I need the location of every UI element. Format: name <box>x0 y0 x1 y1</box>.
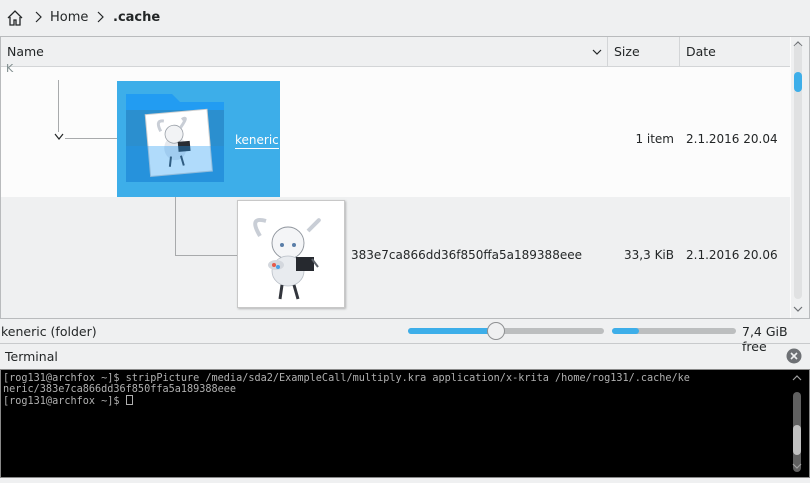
zoom-slider-handle[interactable] <box>487 322 505 340</box>
terminal-prompt-line: [rog131@archfox ~]$ <box>3 395 133 407</box>
terminal-line: [rog131@archfox ~]$ stripPicture /media/… <box>3 373 690 384</box>
column-date-label: Date <box>686 44 716 59</box>
tree-line <box>58 80 59 138</box>
column-header: Name Size Date <box>1 37 790 67</box>
image-icon <box>253 218 321 300</box>
terminal-title: Terminal <box>5 349 58 364</box>
tree-line <box>175 197 176 255</box>
file-size: 33,3 KiB <box>624 248 674 262</box>
folder-size: 1 item <box>635 132 674 146</box>
scroll-up-arrow-icon[interactable] <box>792 374 802 382</box>
partial-row-text: K <box>6 62 14 75</box>
breadcrumb: Home .cache <box>0 0 810 36</box>
column-header-date[interactable]: Date <box>680 37 790 66</box>
terminal-scrollbar-thumb[interactable] <box>793 425 801 455</box>
column-header-size[interactable]: Size <box>608 37 680 66</box>
column-name-label: Name <box>7 44 44 59</box>
column-size-label: Size <box>614 44 640 59</box>
home-icon[interactable] <box>5 8 25 28</box>
scrollbar-thumb[interactable] <box>794 72 802 92</box>
chevron-right-icon <box>35 11 42 23</box>
free-space-bar-fill <box>612 328 639 334</box>
terminal-prompt: [rog131@archfox ~]$ <box>3 396 126 407</box>
scroll-down-arrow-icon[interactable] <box>793 305 803 313</box>
terminal-cursor <box>125 395 133 405</box>
zoom-slider-fill <box>408 328 496 334</box>
file-date: 2.1.2016 20.06 <box>686 248 778 262</box>
close-icon[interactable] <box>786 348 802 364</box>
scroll-down-arrow-icon[interactable] <box>792 462 802 470</box>
terminal-line: neric/383e7ca866dd36f850ffa5a189388eee <box>3 384 237 395</box>
tree-line <box>58 138 118 139</box>
status-selection-text: keneric (folder) <box>1 324 97 339</box>
file-thumbnail[interactable] <box>237 200 345 308</box>
chevron-right-icon <box>97 11 104 23</box>
tree-line <box>175 255 237 256</box>
column-header-name[interactable]: Name <box>1 37 608 66</box>
breadcrumb-item-current[interactable]: .cache <box>113 10 160 25</box>
folder-date: 2.1.2016 20.04 <box>686 132 778 146</box>
folder-icon[interactable] <box>122 90 228 185</box>
chevron-down-icon[interactable] <box>53 132 65 142</box>
breadcrumb-item-home[interactable]: Home <box>50 10 88 25</box>
file-name[interactable]: 383e7ca866dd36f850ffa5a189388eee <box>351 248 582 262</box>
folder-name[interactable]: keneric <box>235 133 279 149</box>
chevron-down-icon[interactable] <box>591 46 603 58</box>
